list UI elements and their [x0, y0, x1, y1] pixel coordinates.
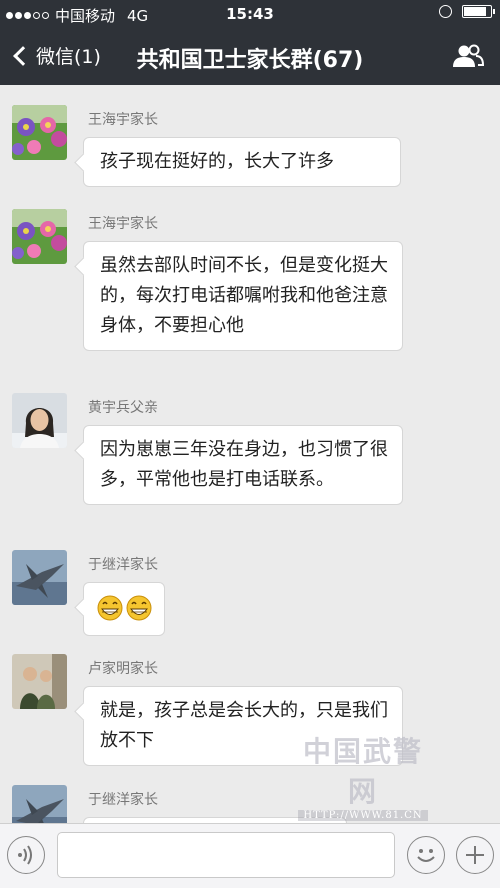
message-bubble[interactable]: 虽然去部队时间不长，但是变化挺大的，每次打电话都嘱咐我和他爸注意身体，不要担心他 — [83, 241, 403, 351]
message-bubble[interactable]: 因为崽崽三年没在身边，也习惯了很多，平常他也是打电话联系。 — [83, 425, 403, 505]
flowers-avatar[interactable] — [12, 209, 67, 264]
couple-avatar[interactable] — [12, 654, 67, 709]
message-list[interactable]: 王海宇家长 孩子现在挺好的，长大了许多 王海宇家长 虽然去部队时间不长，但是变化… — [0, 85, 500, 823]
nav-bar: 微信(1) 共和国卫士家长群(67) — [0, 28, 500, 85]
grinning-emoji — [126, 595, 152, 621]
watermark-url: HTTP://WWW.81.CN — [298, 810, 428, 821]
sender-name: 黄宇兵父亲 — [88, 400, 158, 416]
status-bar: 中国移动 4G 15:43 — [0, 0, 500, 28]
watermark-title: 中国武警网 — [302, 735, 423, 808]
flowers-avatar[interactable] — [12, 105, 67, 160]
voice-icon[interactable] — [7, 836, 45, 874]
plus-icon[interactable] — [456, 836, 494, 874]
emoji-bubble[interactable] — [83, 582, 165, 636]
battery-icon — [462, 5, 495, 18]
sender-name: 卢家明家长 — [88, 661, 158, 677]
input-bar — [0, 823, 500, 888]
sender-name: 于继洋家长 — [88, 557, 158, 573]
message-bubble[interactable]: 孩子现在挺好的，长大了许多 — [83, 137, 401, 187]
sender-name: 于继洋家长 — [88, 792, 158, 808]
grinning-emoji — [97, 595, 123, 621]
message-input[interactable] — [57, 832, 395, 878]
emoji-icon[interactable] — [407, 836, 445, 874]
jet-avatar[interactable] — [12, 550, 67, 605]
jet-avatar[interactable] — [12, 785, 67, 823]
clock: 15:43 — [226, 5, 274, 23]
watermark-logo: 中国武警网 HTTP://WWW.81.CN — [298, 730, 428, 821]
chat-title: 共和国卫士家长群(67) — [136, 48, 364, 73]
rotation-lock-icon — [439, 5, 452, 18]
sender-name: 王海宇家长 — [88, 216, 158, 232]
sender-name: 王海宇家长 — [88, 112, 158, 128]
people-icon[interactable] — [452, 44, 484, 68]
portrait-avatar[interactable] — [12, 393, 67, 448]
